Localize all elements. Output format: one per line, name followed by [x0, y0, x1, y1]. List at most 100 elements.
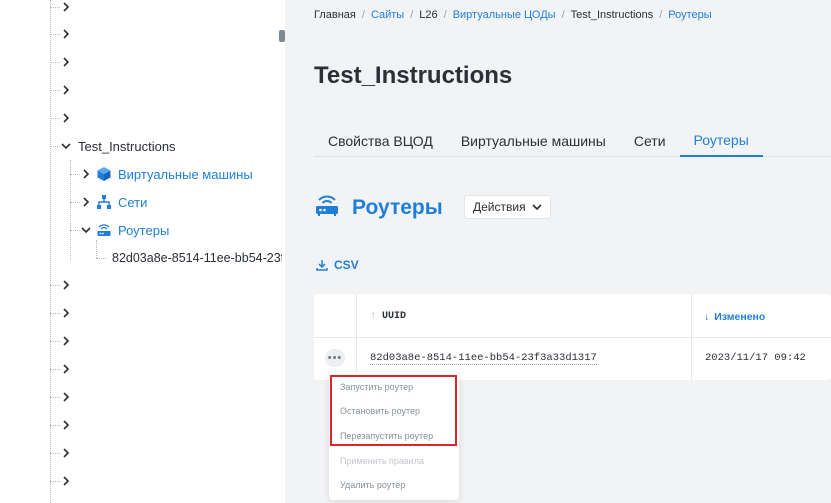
- tree-connector: [70, 201, 80, 203]
- tree-connector: [70, 229, 80, 231]
- chevron-right-icon[interactable]: [60, 362, 72, 376]
- actions-dropdown[interactable]: Действия: [464, 195, 551, 219]
- chevron-right-icon[interactable]: [60, 306, 72, 320]
- chevron-right-icon[interactable]: [60, 446, 72, 460]
- chevron-right-icon[interactable]: [60, 334, 72, 348]
- actions-label: Действия: [473, 200, 526, 214]
- chevron-right-icon[interactable]: [60, 390, 72, 404]
- tree-node-collapsed[interactable]: [50, 23, 72, 45]
- tree-node-collapsed[interactable]: [50, 274, 72, 296]
- tree-node-test-instructions[interactable]: Test_Instructions: [50, 135, 176, 157]
- tree-node-collapsed[interactable]: [50, 386, 72, 408]
- tree-node-collapsed[interactable]: [50, 0, 72, 18]
- tree-connector: [50, 340, 60, 342]
- tree-connector: [50, 61, 60, 63]
- tree-node-label[interactable]: Виртуальные машины: [118, 167, 253, 182]
- tree-node-collapsed[interactable]: [50, 51, 72, 73]
- tree-connector: [50, 33, 60, 35]
- chevron-right-icon[interactable]: [60, 474, 72, 488]
- tree-node-collapsed[interactable]: [50, 442, 72, 464]
- menu-item-delete-router[interactable]: Удалить роутер: [340, 480, 405, 490]
- tree-node-label[interactable]: Сети: [118, 195, 147, 210]
- breadcrumb-separator: /: [659, 9, 663, 21]
- chevron-right-icon[interactable]: [60, 111, 72, 125]
- breadcrumb-l26[interactable]: L26: [419, 9, 437, 21]
- tree-connector: [70, 173, 80, 175]
- tree-sidebar: Test_Instructions Виртуальные машины Сет…: [0, 0, 285, 503]
- tree-connector: [50, 452, 60, 454]
- router-icon: [314, 192, 340, 223]
- cube-icon: [96, 166, 112, 182]
- breadcrumb-current: Роутеры: [668, 9, 712, 21]
- tree-connector: [50, 480, 60, 482]
- tree-node-collapsed[interactable]: [50, 470, 72, 492]
- tree-connector: [50, 424, 60, 426]
- chevron-down-icon[interactable]: [80, 223, 92, 237]
- tree-node-collapsed[interactable]: [50, 358, 72, 380]
- tab-routers[interactable]: Роутеры: [679, 125, 763, 157]
- download-icon: [316, 260, 328, 271]
- column-header-label: UUID: [382, 311, 407, 322]
- breadcrumb: Главная / Сайты / L26 / Виртуальные ЦОДы…: [314, 9, 712, 21]
- chevron-right-icon[interactable]: [60, 83, 72, 97]
- chevron-right-icon[interactable]: [80, 167, 92, 181]
- tree-connector: [50, 396, 60, 398]
- tree-connector: [50, 312, 60, 314]
- cell-uuid[interactable]: 82d03a8e-8514-11ee-bb54-23f3a33d1317: [370, 352, 597, 365]
- tree-node-networks[interactable]: Сети: [70, 191, 147, 213]
- routers-table: ↑ UUID ↓ Изменено ••• 82d03a8e-8514-11ee…: [314, 294, 831, 380]
- router-icon: [96, 222, 112, 238]
- tree-connector: [50, 368, 60, 370]
- tree-connector: [50, 117, 60, 119]
- tree-node-collapsed[interactable]: [50, 330, 72, 352]
- tree-connector: [50, 6, 60, 8]
- chevron-down-icon[interactable]: [60, 139, 72, 153]
- tab-vdc-properties[interactable]: Свойства ВЦОД: [314, 125, 447, 156]
- tab-networks[interactable]: Сети: [620, 125, 680, 156]
- highlight-annotation: [330, 375, 457, 446]
- row-menu-button[interactable]: •••: [325, 349, 345, 367]
- chevron-right-icon[interactable]: [60, 55, 72, 69]
- column-header-uuid[interactable]: ↑ UUID: [370, 311, 406, 322]
- chevron-right-icon[interactable]: [60, 418, 72, 432]
- sort-desc-icon: ↓: [704, 311, 710, 323]
- csv-export-button[interactable]: CSV: [316, 258, 359, 272]
- breadcrumb-separator: /: [561, 9, 565, 21]
- tree-node-collapsed[interactable]: [50, 414, 72, 436]
- column-divider: [691, 294, 692, 380]
- csv-label: CSV: [334, 258, 359, 272]
- tree-connector: [50, 89, 60, 91]
- tree-node-collapsed[interactable]: [50, 302, 72, 324]
- breadcrumb-vdc[interactable]: Test_Instructions: [571, 9, 654, 21]
- breadcrumb-separator: /: [410, 9, 414, 21]
- column-divider: [356, 294, 357, 380]
- tab-virtual-machines[interactable]: Виртуальные машины: [447, 125, 620, 156]
- section-header: Роутеры: [314, 192, 443, 223]
- breadcrumb-home[interactable]: Главная: [314, 9, 356, 21]
- cell-changed: 2023/11/17 09:42: [705, 352, 806, 364]
- column-header-label: Изменено: [714, 311, 766, 323]
- section-title: Роутеры: [352, 195, 443, 219]
- tree-connector: [96, 257, 106, 259]
- page-title: Test_Instructions: [314, 62, 513, 89]
- chevron-right-icon[interactable]: [80, 195, 92, 209]
- tree-leaf-router[interactable]: 82d03a8e-8514-11ee-bb54-23f3a33d1317: [96, 247, 282, 269]
- breadcrumb-vdcs[interactable]: Виртуальные ЦОДы: [453, 9, 556, 21]
- tree-node-virtual-machines[interactable]: Виртуальные машины: [70, 163, 253, 185]
- tree-node-collapsed[interactable]: [50, 79, 72, 101]
- chevron-right-icon[interactable]: [60, 0, 72, 14]
- tree-node-routers[interactable]: Роутеры: [70, 219, 169, 241]
- tree-leaf-label[interactable]: 82d03a8e-8514-11ee-bb54-23f3a33d1317: [112, 251, 282, 265]
- chevron-right-icon[interactable]: [60, 27, 72, 41]
- chevron-right-icon[interactable]: [60, 278, 72, 292]
- breadcrumb-sites[interactable]: Сайты: [371, 9, 404, 21]
- tree-node-label[interactable]: Test_Instructions: [78, 139, 176, 154]
- chevron-down-icon: [532, 204, 542, 211]
- column-header-changed[interactable]: ↓ Изменено: [704, 311, 765, 323]
- breadcrumb-separator: /: [443, 9, 447, 21]
- tree-node-label[interactable]: Роутеры: [118, 223, 169, 238]
- menu-item-apply-rules: Применить правила: [340, 456, 424, 466]
- tree-node-collapsed[interactable]: [50, 107, 72, 129]
- network-icon: [96, 194, 112, 210]
- tree-connector: [50, 284, 60, 286]
